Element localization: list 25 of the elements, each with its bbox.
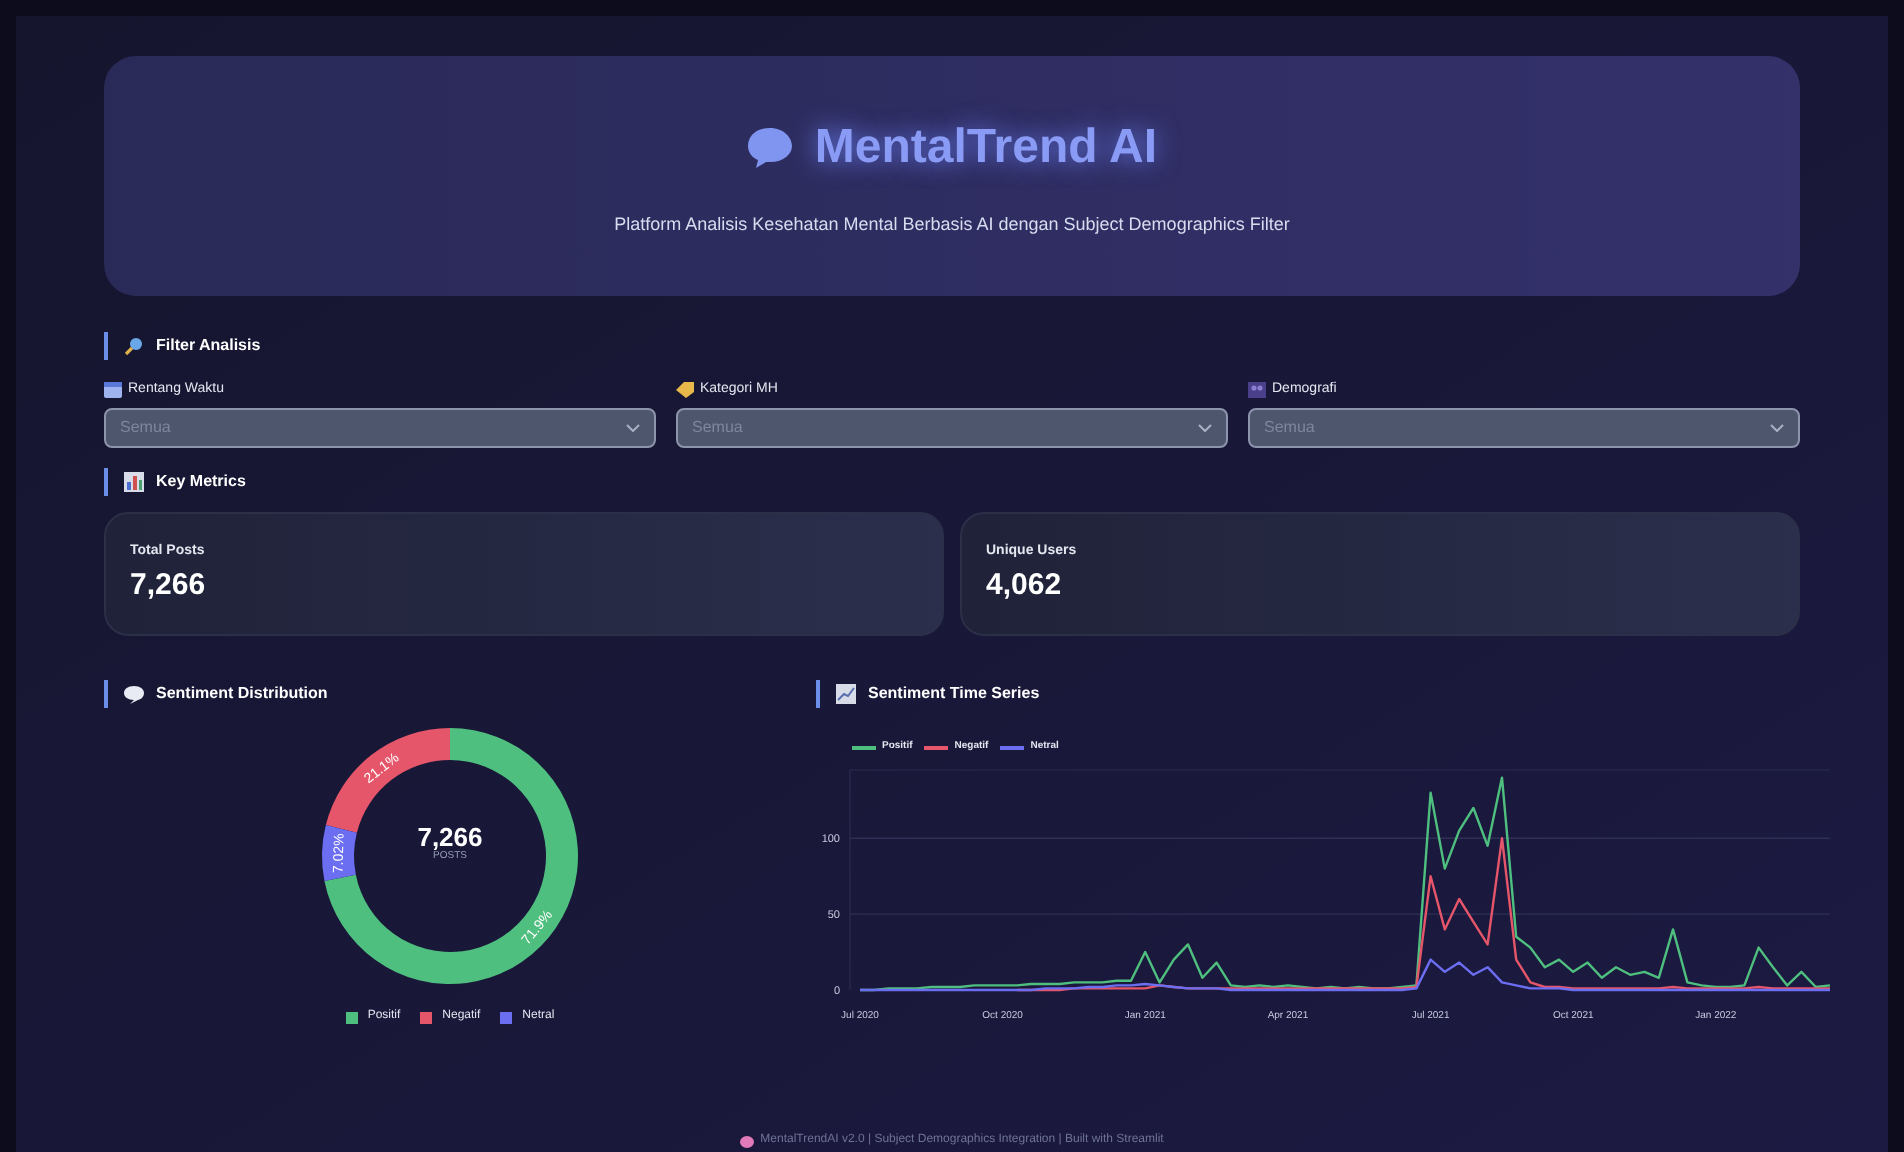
legend-swatch bbox=[500, 1011, 513, 1023]
app-subtitle: Platform Analisis Kesehatan Mental Berbasis AI dengan Subject Demographics Filter bbox=[614, 212, 1290, 239]
bar-chart-icon bbox=[124, 472, 144, 492]
calendar-icon bbox=[104, 382, 122, 398]
legend-swatch bbox=[924, 745, 949, 750]
metric-value: 4,062 bbox=[986, 569, 1062, 599]
center-value: 7,266 bbox=[417, 824, 483, 850]
chevron-down-icon bbox=[1770, 424, 1784, 432]
app-title: MentalTrend AI bbox=[814, 118, 1158, 179]
people-icon bbox=[1248, 382, 1266, 398]
metric-value: 7,266 bbox=[130, 569, 206, 599]
section-title: Sentiment Time Series bbox=[868, 682, 1040, 706]
section-title: Sentiment Distribution bbox=[156, 682, 328, 706]
legend-swatch bbox=[420, 1011, 433, 1023]
chevron-down-icon bbox=[626, 424, 640, 432]
section-title: Filter Analisis bbox=[156, 334, 261, 358]
legend-swatch bbox=[1000, 745, 1025, 750]
chevron-down-icon bbox=[1198, 424, 1212, 432]
search-icon bbox=[124, 336, 144, 356]
section-title: Key Metrics bbox=[156, 470, 246, 494]
speech-bubble-icon bbox=[124, 685, 144, 703]
line-chart-icon bbox=[836, 684, 856, 704]
tag-icon bbox=[676, 382, 694, 398]
legend-swatch bbox=[345, 1011, 358, 1023]
legend-swatch bbox=[852, 745, 876, 750]
